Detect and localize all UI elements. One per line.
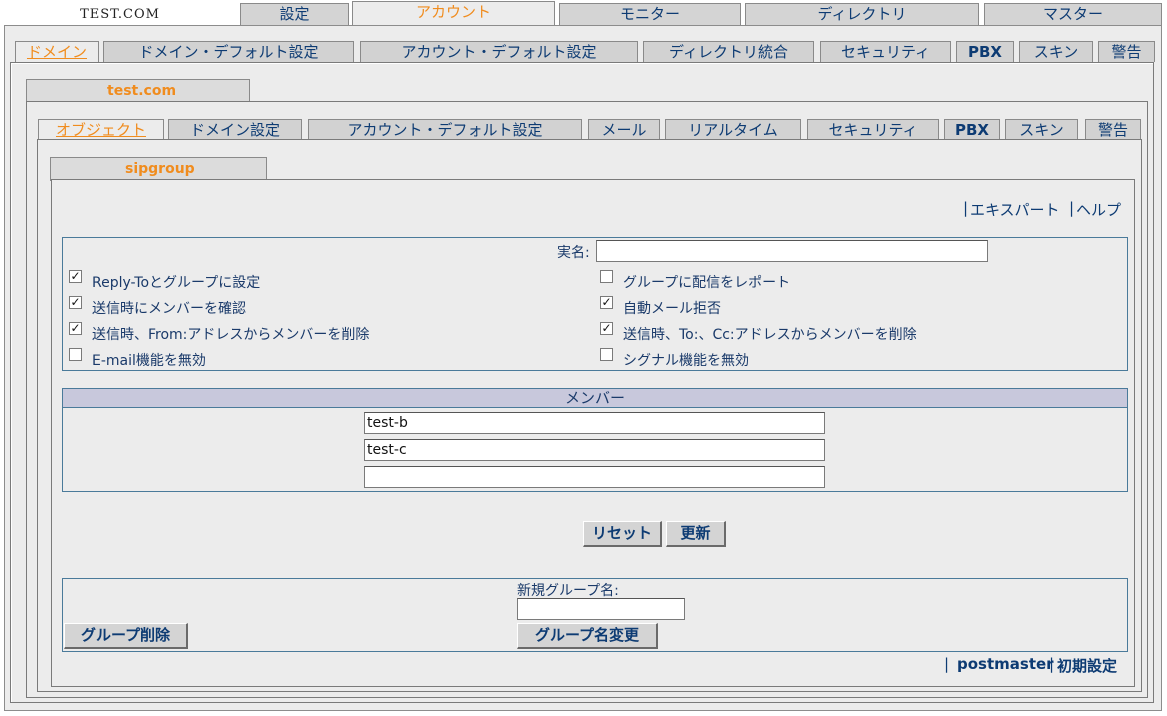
tab-realtime[interactable]: リアルタイム: [665, 119, 801, 140]
report-delivery-checkbox[interactable]: [600, 270, 613, 283]
member-input[interactable]: [364, 439, 825, 461]
disable-email-label: E-mail機能を無効: [92, 353, 206, 369]
member-input[interactable]: [364, 466, 825, 488]
members-header: メンバー: [62, 388, 1128, 408]
tab-obj-security[interactable]: セキュリティ: [807, 119, 939, 140]
new-group-name-label: 新規グループ名:: [517, 583, 619, 599]
domain-logo: TEST.COM: [80, 7, 160, 22]
real-name-input[interactable]: [596, 240, 988, 262]
top-tab-master[interactable]: マスター: [984, 3, 1162, 25]
postmaster-link[interactable]: postmaster: [957, 655, 1054, 673]
domain-name-tab: test.com: [26, 79, 250, 103]
member-input[interactable]: [364, 412, 825, 434]
auto-reject-mail-label: 自動メール拒否: [623, 301, 721, 317]
remove-from-members-label: 送信時、From:アドレスからメンバーを削除: [92, 327, 370, 343]
tab-domain-settings[interactable]: ドメイン設定: [168, 119, 302, 140]
preferences-link[interactable]: 初期設定: [1057, 655, 1117, 676]
tab-objects[interactable]: オブジェクト: [38, 119, 164, 140]
auto-reject-mail-checkbox[interactable]: ✓: [600, 296, 613, 309]
tab-obj-skin[interactable]: スキン: [1005, 119, 1078, 140]
tab-directory-integration[interactable]: ディレクトリ統合: [643, 41, 814, 62]
top-tab-settings[interactable]: 設定: [240, 3, 349, 25]
tab-account-default-settings[interactable]: アカウント・デフォルト設定: [360, 41, 638, 62]
reply-to-group-checkbox[interactable]: ✓: [69, 270, 82, 283]
tab-obj-pbx[interactable]: PBX: [944, 119, 1000, 140]
top-tab-account[interactable]: アカウント: [352, 1, 555, 26]
link-separator: |: [1049, 655, 1055, 673]
top-tab-monitor[interactable]: モニター: [559, 3, 741, 25]
tab-security[interactable]: セキュリティ: [820, 41, 951, 62]
reply-to-group-label: Reply-Toとグループに設定: [92, 275, 261, 291]
delete-group-button[interactable]: グループ削除: [64, 623, 188, 649]
tab-domain-default-settings[interactable]: ドメイン・デフォルト設定: [103, 41, 354, 62]
tab-alerts[interactable]: 警告: [1098, 41, 1155, 62]
remove-to-cc-members-label: 送信時、To:、Cc:アドレスからメンバーを削除: [623, 327, 917, 343]
new-group-name-input[interactable]: [517, 598, 685, 620]
link-separator: |: [1069, 199, 1075, 217]
disable-signal-checkbox[interactable]: [600, 348, 613, 361]
confirm-members-checkbox[interactable]: ✓: [69, 296, 82, 309]
remove-to-cc-members-checkbox[interactable]: ✓: [600, 322, 613, 335]
disable-signal-label: シグナル機能を無効: [623, 353, 749, 369]
tab-obj-alerts[interactable]: 警告: [1085, 119, 1141, 140]
tab-domain[interactable]: ドメイン: [15, 41, 99, 62]
tab-mail[interactable]: メール: [588, 119, 660, 140]
tab-obj-account-default-settings[interactable]: アカウント・デフォルト設定: [308, 119, 582, 140]
link-separator: |: [944, 655, 950, 673]
rename-group-button[interactable]: グループ名変更: [517, 623, 658, 649]
tab-pbx[interactable]: PBX: [956, 41, 1014, 62]
group-name-tab: sipgroup: [50, 157, 267, 181]
update-button[interactable]: 更新: [666, 521, 726, 547]
reset-button[interactable]: リセット: [583, 521, 662, 547]
confirm-members-label: 送信時にメンバーを確認: [92, 301, 246, 317]
disable-email-checkbox[interactable]: [69, 348, 82, 361]
real-name-label: 実名:: [557, 245, 590, 261]
tab-skin[interactable]: スキン: [1019, 41, 1093, 62]
expert-link[interactable]: エキスパート: [970, 199, 1060, 220]
remove-from-members-checkbox[interactable]: ✓: [69, 322, 82, 335]
link-separator: |: [963, 199, 969, 217]
top-tab-directory[interactable]: ディレクトリ: [745, 3, 979, 25]
help-link[interactable]: ヘルプ: [1076, 199, 1121, 220]
report-delivery-label: グループに配信をレポート: [623, 275, 791, 291]
